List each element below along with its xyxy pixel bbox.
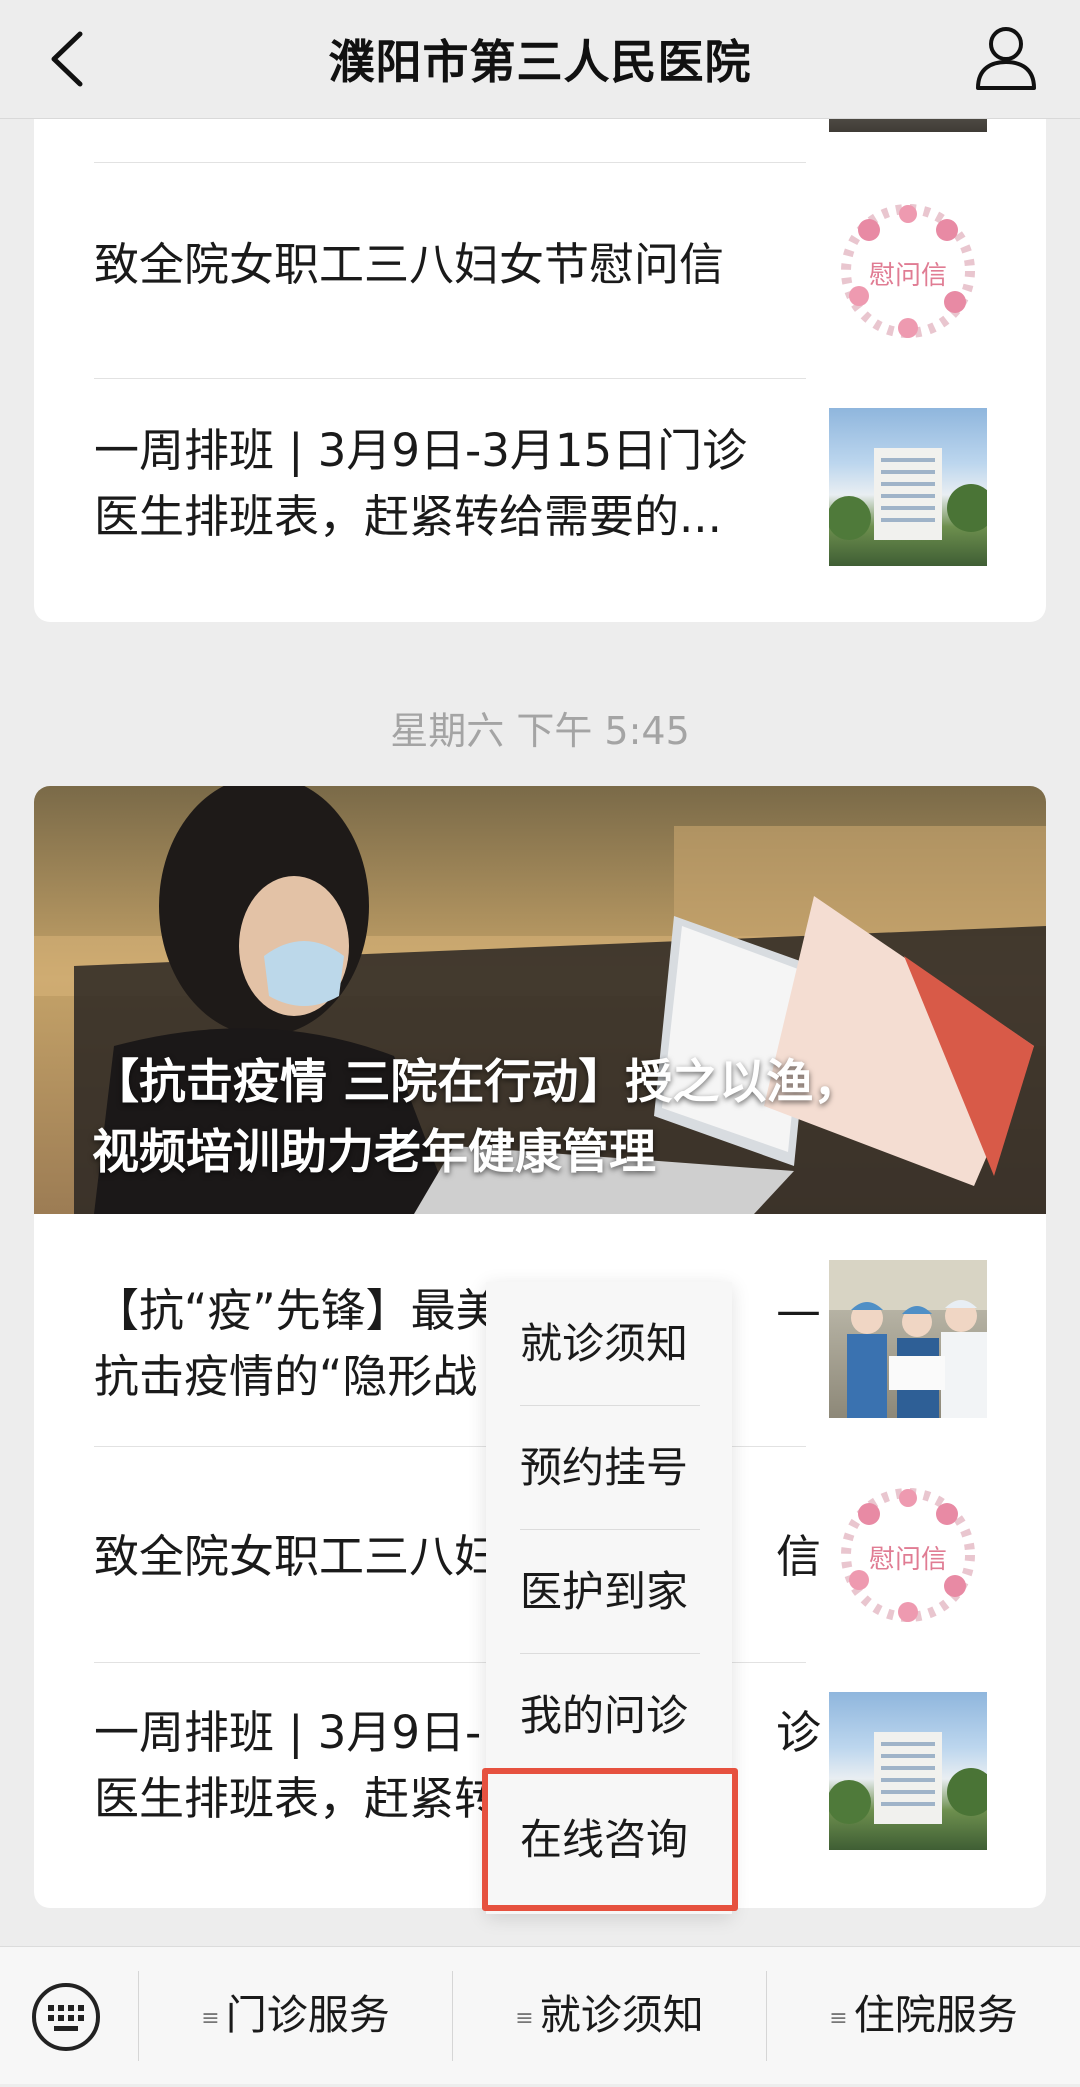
page-title: 濮阳市第三人民医院 [328, 35, 752, 89]
divider [94, 378, 806, 379]
article-title-line1-tail: 诊 [776, 1706, 822, 1759]
menu-item-appointment[interactable]: 预约挂号 [486, 1406, 732, 1529]
list-item[interactable]: 致全院女职工三八妇女节慰问信 [94, 232, 806, 298]
user-icon[interactable] [972, 22, 1040, 94]
article-thumbnail-hospital[interactable] [829, 408, 987, 566]
article-title: 致全院女职工三八妇 [94, 1530, 500, 1583]
article-thumbnail-doctors[interactable] [829, 1260, 987, 1418]
article-thumbnail-flowers[interactable]: 慰问信 [829, 1476, 987, 1634]
menu-item-home-care[interactable]: 医护到家 [486, 1530, 732, 1653]
hero-image[interactable]: 【抗击疫情 三院在行动】授之以渔， 视频培训助力老年健康管理 [34, 786, 1046, 1214]
highlight-annotation [482, 1768, 738, 1911]
article-title-line1: 一周排班 | 3月9日-3月15日门诊 [94, 424, 748, 477]
svg-text:慰问信: 慰问信 [869, 261, 947, 291]
svg-text:慰问信: 慰问信 [869, 1545, 947, 1575]
nav-header: 濮阳市第三人民医院 [0, 0, 1080, 119]
tab-inpatient-services[interactable]: ≡ 住院服务 [767, 1947, 1080, 2084]
article-thumbnail-flowers[interactable]: 慰问信 [829, 192, 987, 350]
bottom-menu-bar: ≡ 门诊服务 ≡ 就诊须知 ≡ 住院服务 [0, 1946, 1080, 2084]
article-title-line1-tail: — [776, 1284, 821, 1337]
menu-item-visit-notice[interactable]: 就诊须知 [486, 1282, 732, 1405]
keyboard-icon[interactable] [30, 1981, 102, 2053]
divider [94, 162, 806, 163]
menu-lines-icon: ≡ [515, 2005, 534, 2031]
tab-visit-notice[interactable]: ≡ 就诊须知 [453, 1947, 766, 2084]
hero-title: 【抗击疫情 三院在行动】授之以渔， 视频培训助力老年健康管理 [92, 1055, 861, 1180]
tab-outpatient-services[interactable]: ≡ 门诊服务 [139, 1947, 452, 2084]
menu-lines-icon: ≡ [829, 2005, 848, 2031]
article-title-line1: 一周排班 | 3月9日- [94, 1706, 482, 1759]
message-timestamp: 星期六 下午 5:45 [390, 709, 690, 753]
article-title-line2: 医生排班表，赶紧转给需要的... [94, 490, 722, 543]
article-card-top: 致全院女职工三八妇女节慰问信 慰问信 一周排班 | 3月9日-3月15日门诊 医… [34, 60, 1046, 622]
article-title-line1: 【抗“疫”先锋】最美 [94, 1284, 501, 1337]
article-title: 致全院女职工三八妇女节慰问信 [94, 238, 725, 291]
article-title-tail: 信 [776, 1530, 822, 1583]
menu-item-my-consultations[interactable]: 我的问诊 [486, 1654, 732, 1777]
article-thumbnail-hospital[interactable] [829, 1692, 987, 1850]
menu-lines-icon: ≡ [201, 2005, 220, 2031]
list-item[interactable]: 一周排班 | 3月9日-3月15日门诊 医生排班表，赶紧转给需要的... [94, 418, 806, 550]
